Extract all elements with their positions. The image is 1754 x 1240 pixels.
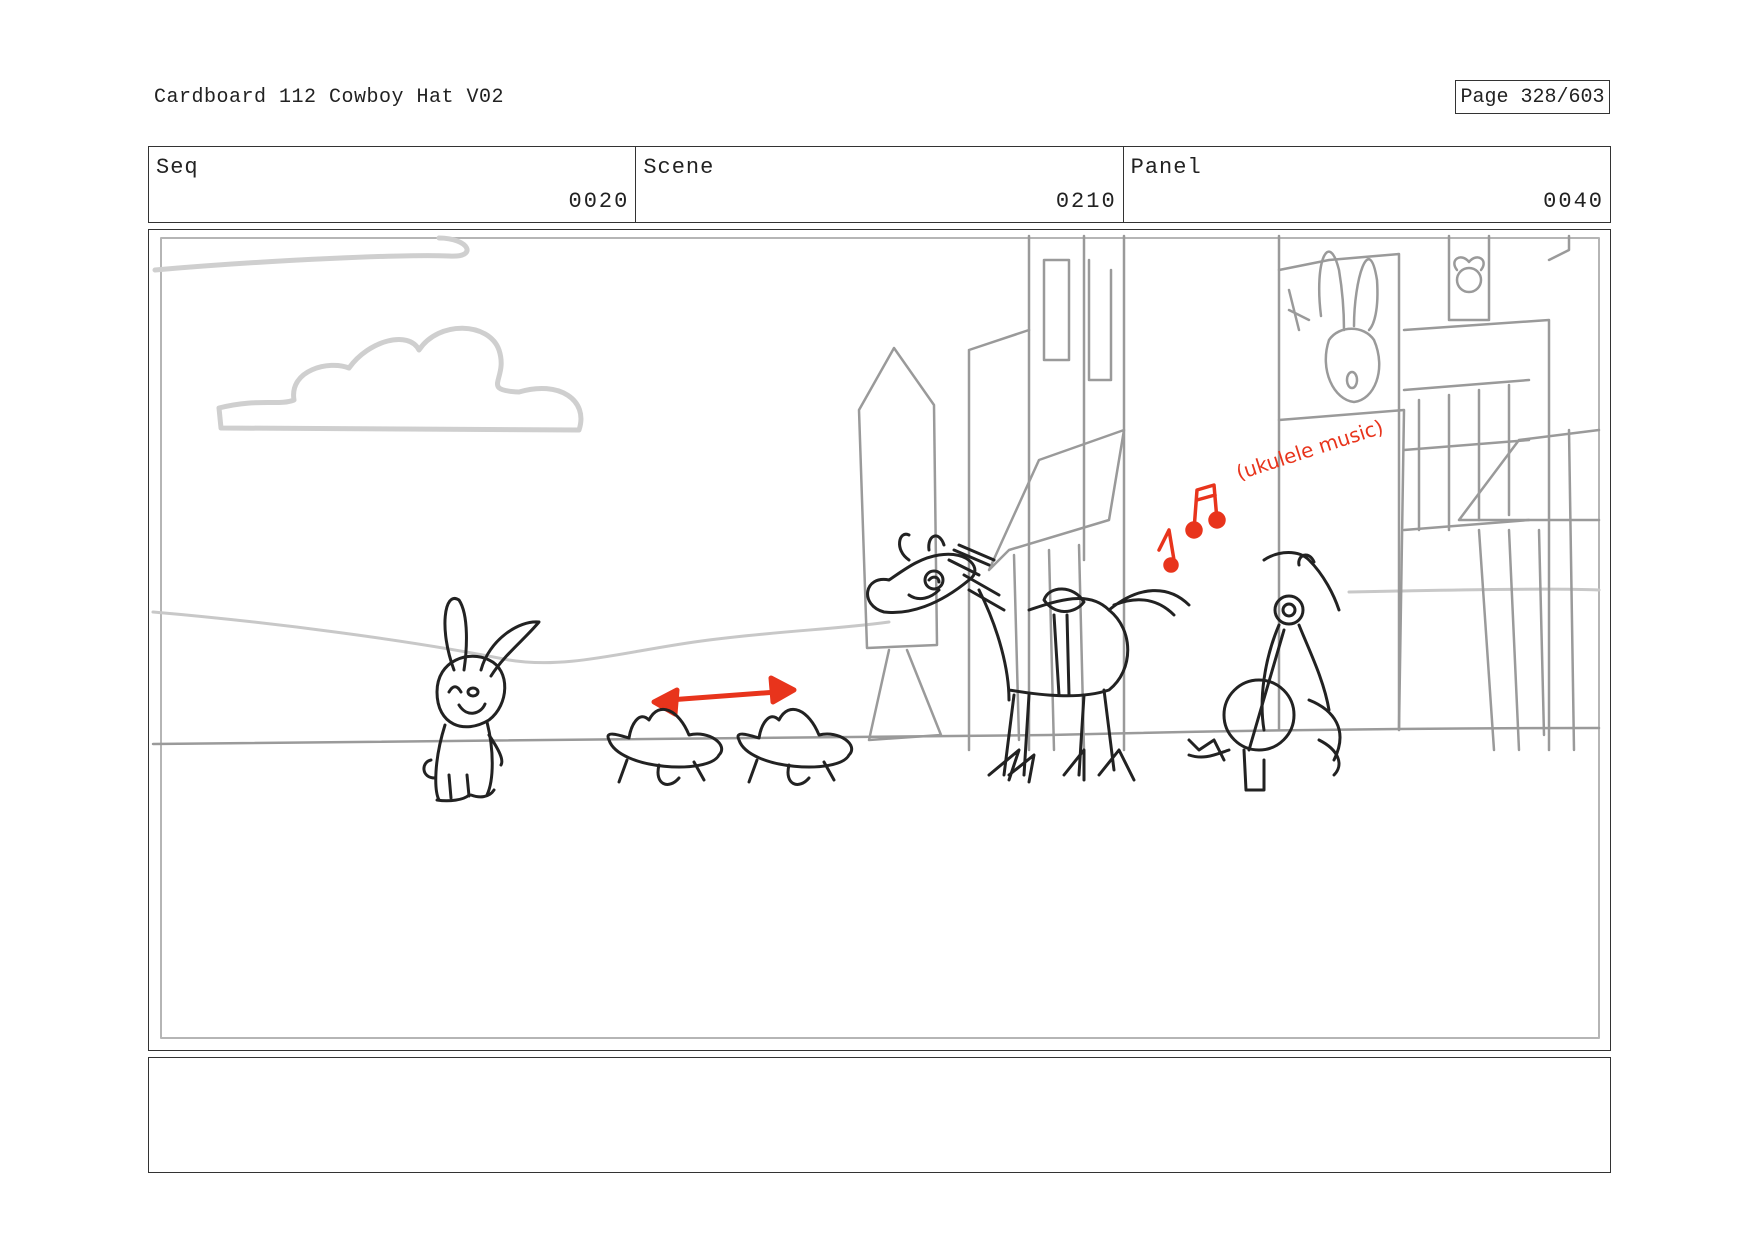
move-arrow: [651, 675, 797, 717]
panel-label: Panel: [1130, 155, 1202, 180]
bunny-character: [422, 597, 541, 803]
seq-label: Seq: [156, 155, 199, 180]
shot-info-row: Seq 0020 Scene 0210 Panel 0040: [148, 146, 1611, 223]
music-annotation: (ukulele music): [1233, 415, 1386, 485]
page-number-badge: Page 328/603: [1455, 80, 1610, 114]
storyboard-panel: (ukulele music): [148, 229, 1611, 1051]
cowboy-hats: [606, 707, 853, 786]
panel-notes-box: [148, 1057, 1611, 1173]
music-notes-icon: [1157, 483, 1226, 573]
sketch-drawing: (ukulele music): [151, 234, 1601, 1039]
panel-value: 0040: [1543, 189, 1604, 214]
scene-label: Scene: [643, 155, 715, 180]
scene-cell: Scene 0210: [636, 147, 1124, 222]
seq-cell: Seq 0020: [149, 147, 637, 222]
storyboard-title: Cardboard 112 Cowboy Hat V02: [154, 86, 505, 109]
rooster-character: [1187, 551, 1342, 792]
seq-value: 0020: [568, 189, 630, 214]
western-buildings: [857, 234, 1601, 752]
panel-cell: Panel 0040: [1124, 147, 1610, 222]
horizon-line: [151, 726, 1601, 746]
sky-clouds: [152, 235, 584, 433]
scene-value: 0210: [1055, 189, 1117, 214]
background-hills: [151, 587, 1601, 665]
